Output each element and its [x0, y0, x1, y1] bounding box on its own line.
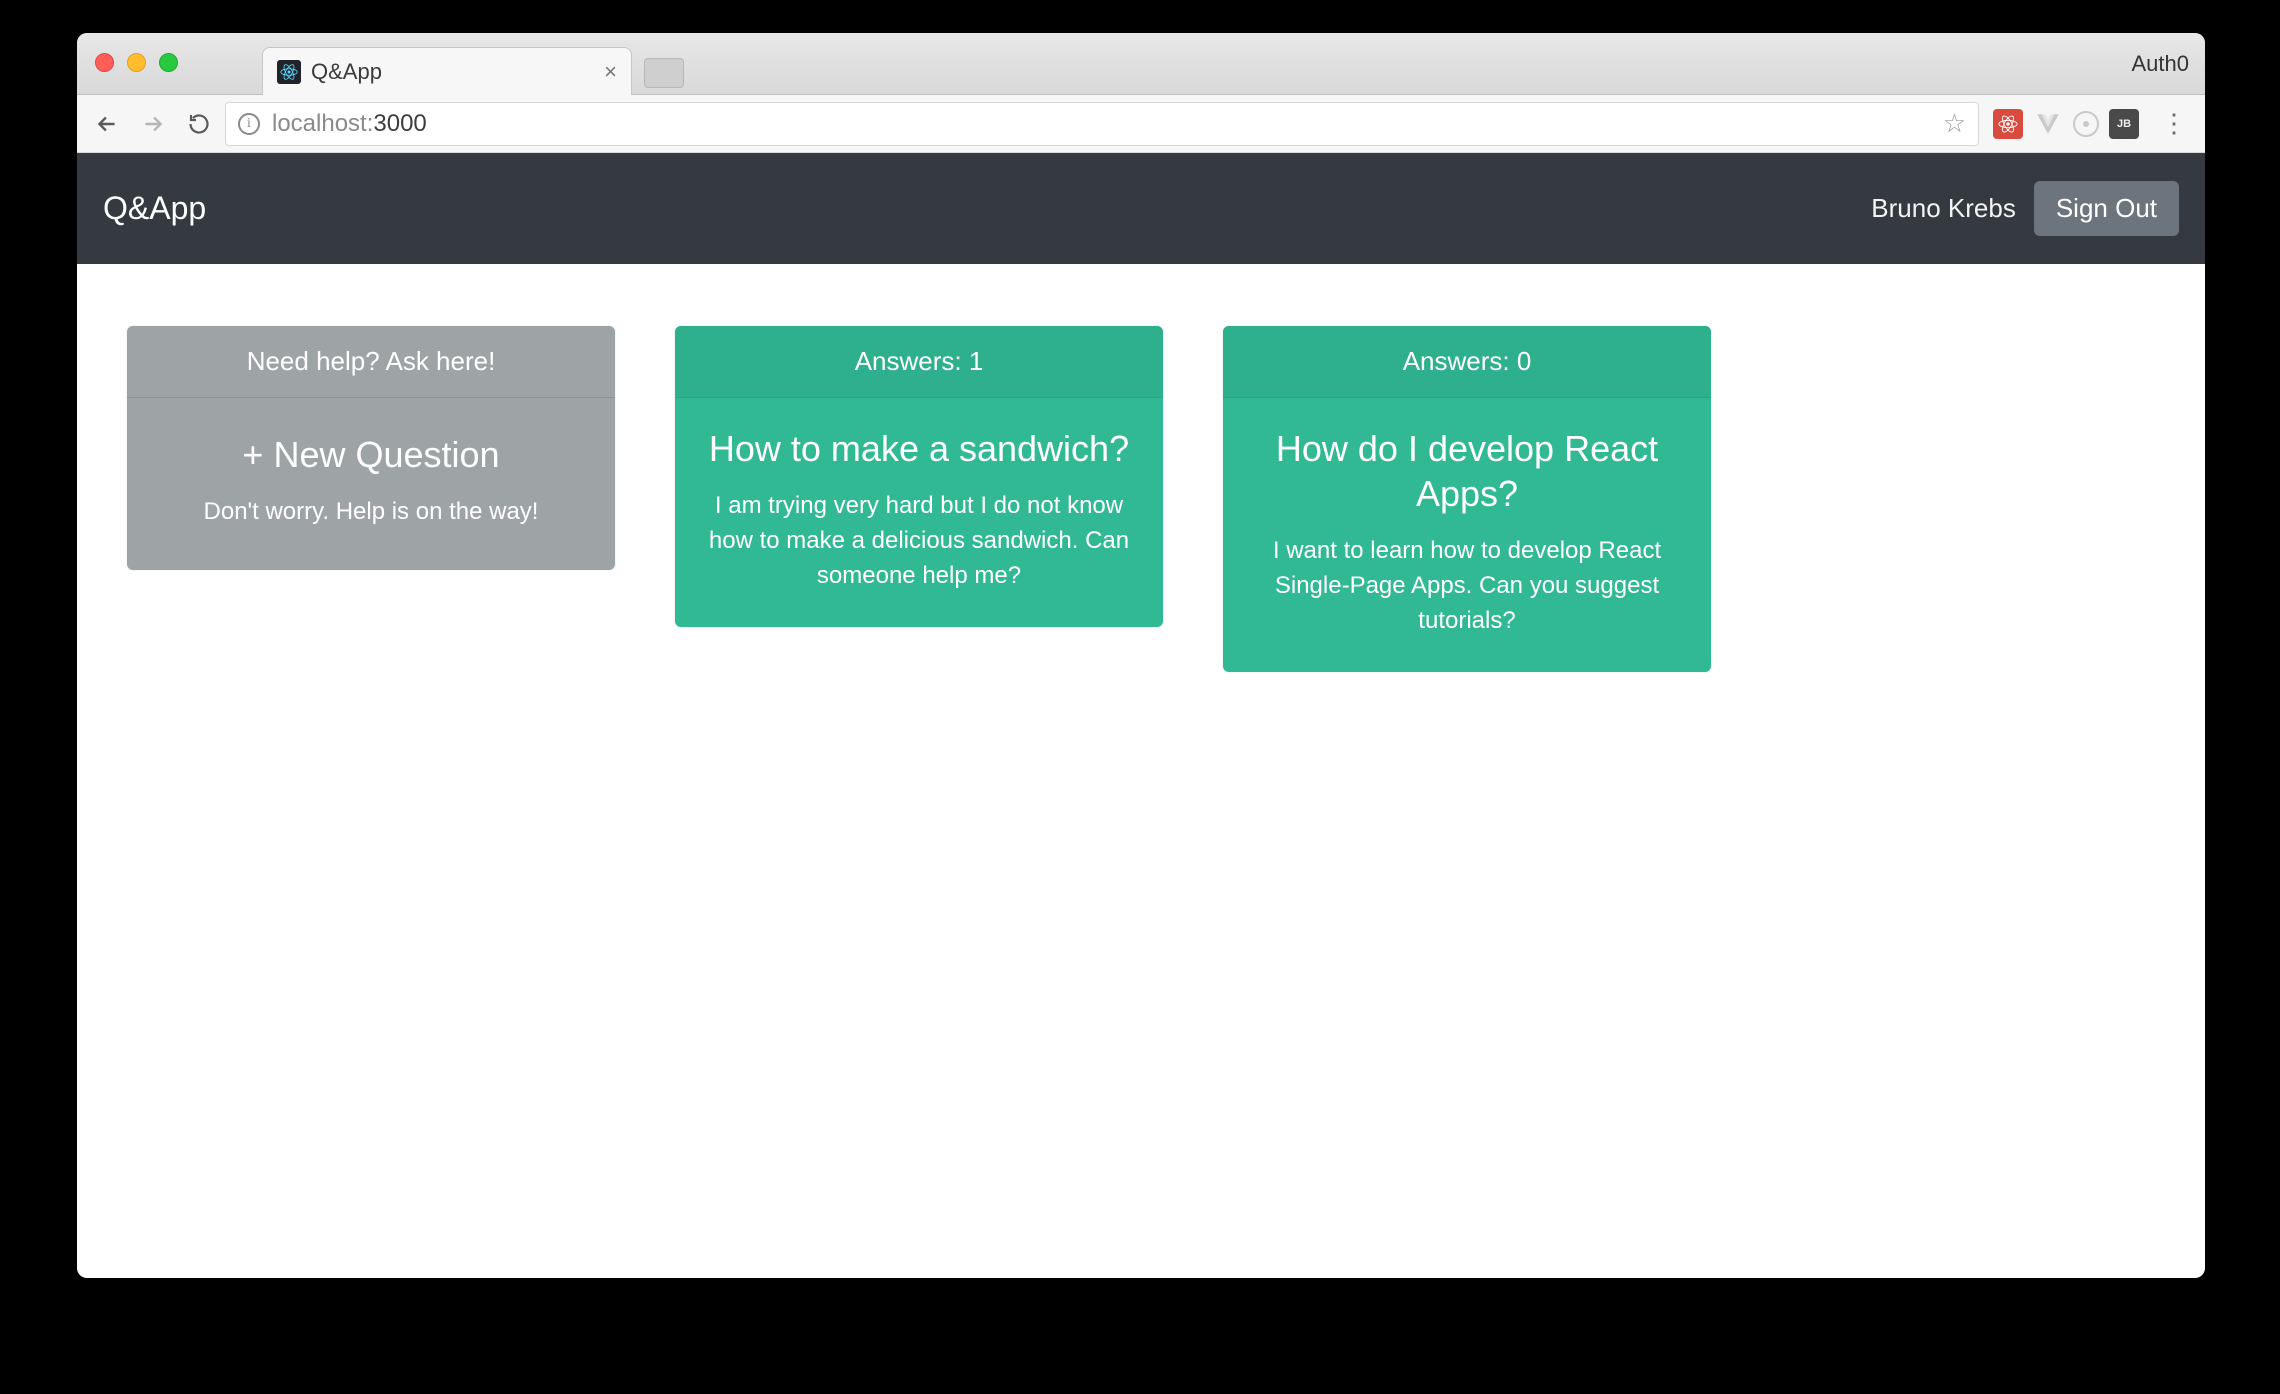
vue-devtools-extension-icon[interactable] — [2033, 109, 2063, 139]
tab-close-icon[interactable]: × — [604, 59, 617, 85]
url-text: localhost:3000 — [272, 110, 427, 138]
browser-toolbar: i localhost:3000 ☆ JB ⋮ — [77, 95, 2205, 153]
card-header: Need help? Ask here! — [127, 326, 615, 398]
back-button[interactable] — [87, 104, 127, 144]
window-close-button[interactable] — [95, 53, 114, 72]
card-description: I am trying very hard but I do not know … — [703, 489, 1135, 593]
card-title: How to make a sandwich? — [703, 426, 1135, 471]
app-brand[interactable]: Q&App — [103, 190, 206, 227]
browser-tab[interactable]: Q&App × — [262, 47, 632, 95]
card-title: How do I develop React Apps? — [1251, 426, 1683, 516]
site-info-icon[interactable]: i — [238, 113, 260, 135]
browser-window: Q&App × Auth0 i localhost:3000 ☆ — [77, 33, 2205, 1278]
new-question-card[interactable]: Need help? Ask here! + New Question Don'… — [127, 326, 615, 570]
question-card[interactable]: Answers: 0 How do I develop React Apps? … — [1223, 326, 1711, 672]
tab-title: Q&App — [311, 59, 604, 85]
jetbrains-extension-icon[interactable]: JB — [2109, 109, 2139, 139]
react-devtools-extension-icon[interactable] — [1993, 109, 2023, 139]
card-header: Answers: 0 — [1223, 326, 1711, 398]
card-title: + New Question — [155, 432, 587, 477]
page-viewport: Q&App Bruno Krebs Sign Out Need help? As… — [77, 153, 2205, 1278]
new-tab-button[interactable] — [644, 58, 684, 88]
chrome-menu-icon[interactable]: ⋮ — [2153, 108, 2195, 139]
chrome-profile-label[interactable]: Auth0 — [2132, 51, 2190, 77]
window-minimize-button[interactable] — [127, 53, 146, 72]
cards-container: Need help? Ask here! + New Question Don'… — [77, 264, 2205, 734]
window-controls — [95, 53, 178, 72]
card-description: Don't worry. Help is on the way! — [155, 495, 587, 530]
reload-button[interactable] — [179, 104, 219, 144]
react-favicon-icon — [277, 60, 301, 84]
card-description: I want to learn how to develop React Sin… — [1251, 534, 1683, 638]
app-navbar: Q&App Bruno Krebs Sign Out — [77, 153, 2205, 264]
forward-button[interactable] — [133, 104, 173, 144]
card-header: Answers: 1 — [675, 326, 1163, 398]
extension-icon[interactable] — [2073, 111, 2099, 137]
question-card[interactable]: Answers: 1 How to make a sandwich? I am … — [675, 326, 1163, 627]
sign-out-button[interactable]: Sign Out — [2034, 181, 2179, 236]
address-bar[interactable]: i localhost:3000 ☆ — [225, 102, 1979, 146]
extensions-area: JB — [1985, 109, 2147, 139]
bookmark-star-icon[interactable]: ☆ — [1943, 108, 1966, 139]
current-user-label: Bruno Krebs — [1871, 193, 2016, 224]
window-zoom-button[interactable] — [159, 53, 178, 72]
browser-titlebar: Q&App × Auth0 — [77, 33, 2205, 95]
